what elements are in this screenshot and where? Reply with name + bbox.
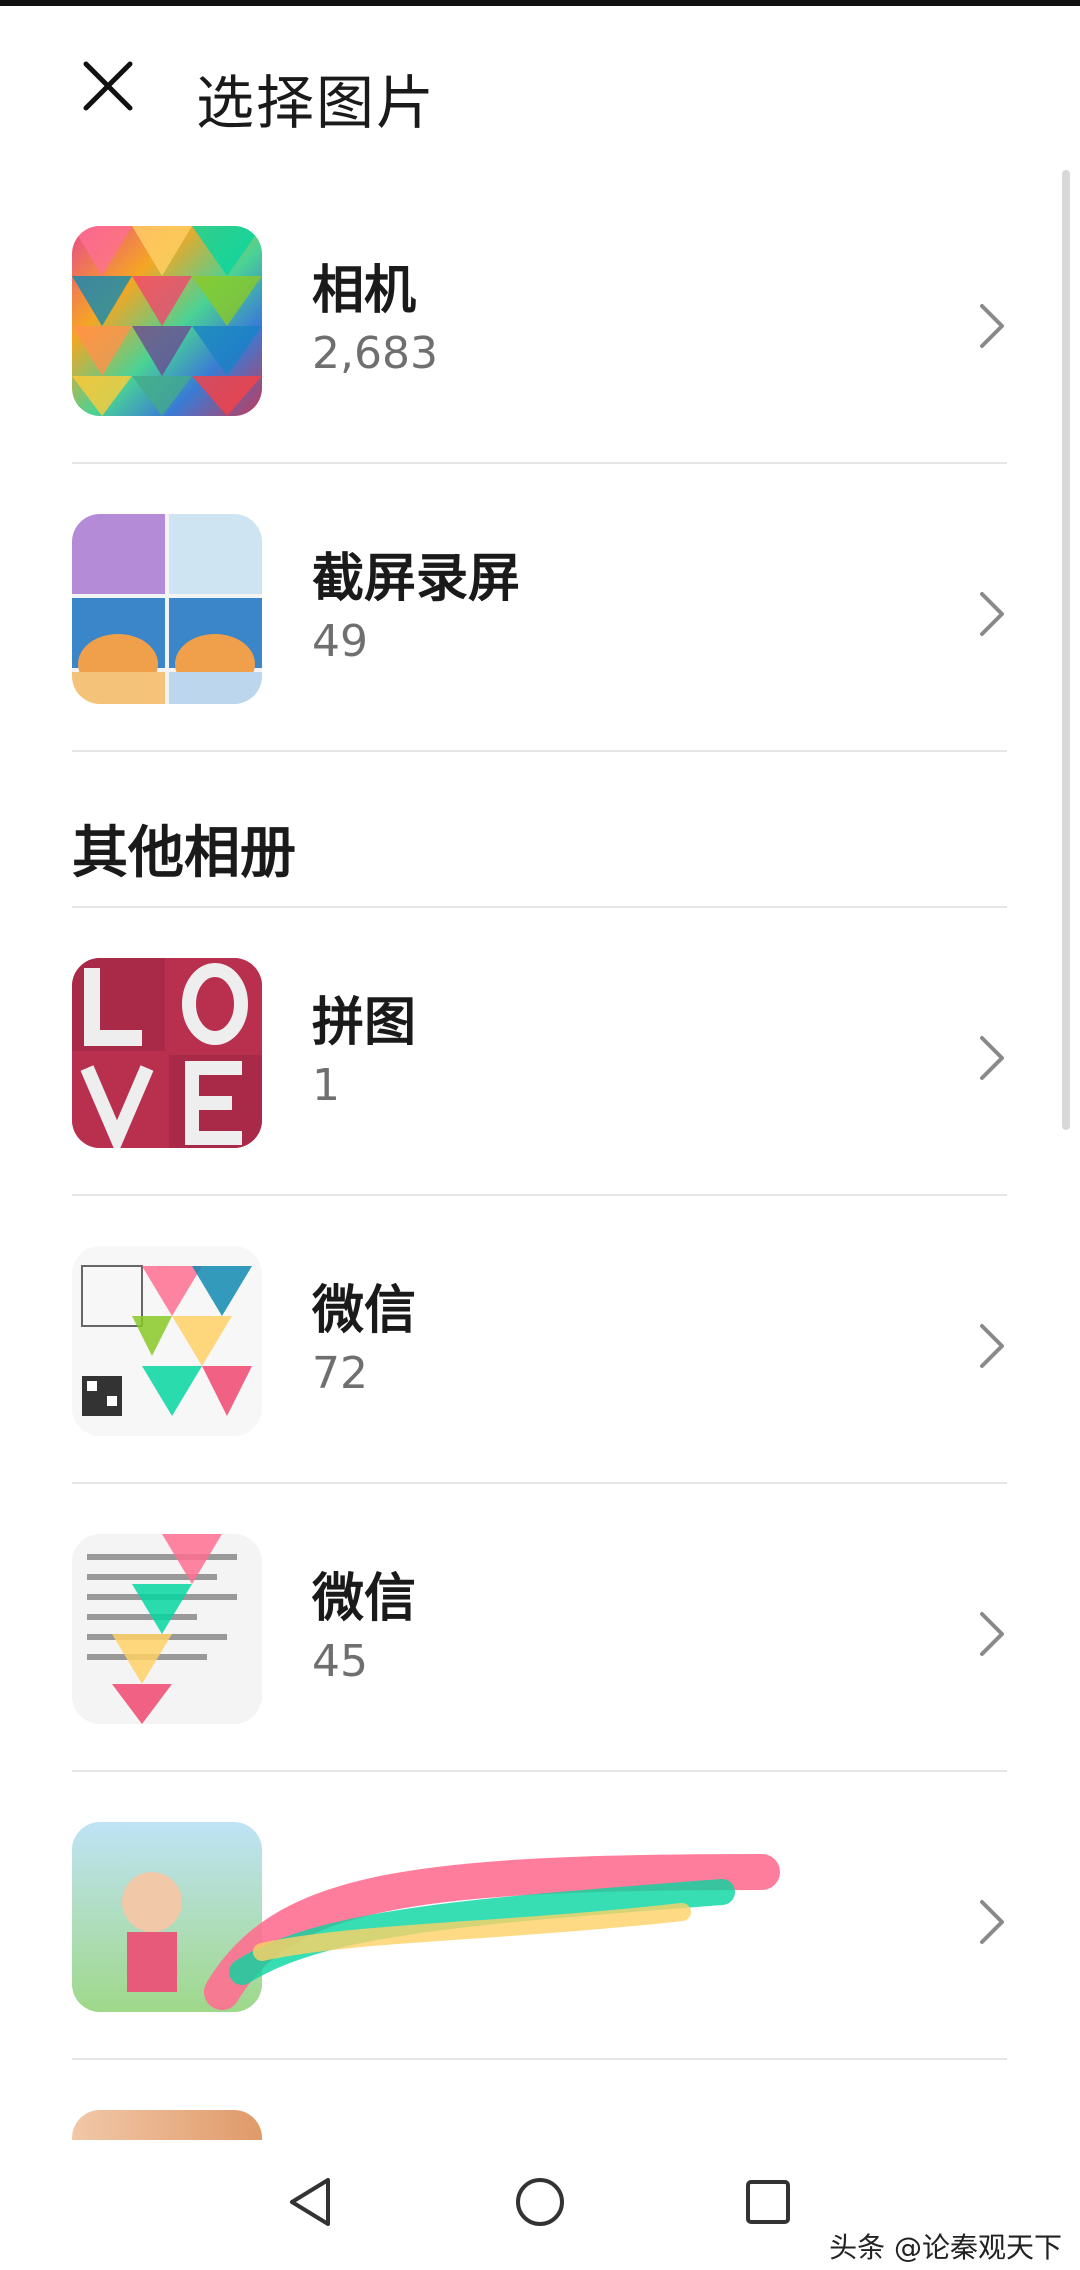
album-row-screenshots[interactable]: 截屏录屏 49	[72, 464, 1007, 752]
chevron-right-icon	[980, 1036, 1004, 1080]
nav-back-button[interactable]	[260, 2162, 360, 2242]
album-thumbnail-image	[87, 1534, 237, 1724]
recents-square-icon	[746, 2180, 790, 2224]
album-thumbnail	[72, 1534, 262, 1724]
home-circle-icon	[516, 2178, 564, 2226]
album-thumbnail	[72, 958, 262, 1148]
nav-home-button[interactable]	[490, 2162, 590, 2242]
album-thumbnail-image	[72, 958, 262, 1148]
album-thumbnail	[72, 1246, 262, 1436]
album-count: 72	[312, 1348, 368, 1399]
album-name: 相机	[312, 261, 417, 321]
album-thumbnail-image	[81, 1265, 252, 1416]
nav-recents-button[interactable]	[718, 2162, 818, 2242]
close-button[interactable]	[58, 36, 158, 136]
page-title: 选择图片	[196, 69, 437, 137]
album-count: 2,683	[312, 328, 438, 379]
album-thumbnail-image	[72, 226, 262, 416]
album-thumbnail-partial	[72, 2110, 262, 2140]
album-row-puzzle[interactable]: 拼图 1	[72, 908, 1007, 1196]
chevron-right-icon	[980, 592, 1004, 636]
chevron-right-icon	[980, 1324, 1004, 1368]
section-title: 其他相册	[72, 821, 296, 886]
album-row-wechat-1[interactable]: 微信 72	[72, 1196, 1007, 1484]
album-thumbnail-image	[72, 514, 262, 704]
album-row-wechat-2[interactable]: 微信 45	[72, 1484, 1007, 1772]
album-name: 微信	[312, 1281, 417, 1341]
header: 选择图片	[0, 6, 1080, 176]
album-thumbnail	[72, 226, 262, 416]
album-thumbnail	[72, 514, 262, 704]
album-name: 截屏录屏	[312, 549, 521, 609]
chevron-right-icon	[980, 304, 1004, 348]
chevron-right-icon	[980, 1612, 1004, 1656]
album-count: 49	[312, 616, 368, 667]
back-triangle-icon	[290, 2178, 330, 2226]
album-name: 微信	[312, 1569, 417, 1629]
album-row-camera[interactable]: 相机 2,683	[72, 176, 1007, 464]
row-divider	[72, 750, 1007, 752]
album-name: 拼图	[312, 993, 417, 1053]
row-divider	[72, 2058, 1007, 2060]
scrollbar[interactable]	[1062, 170, 1070, 1130]
album-count: 45	[312, 1636, 368, 1687]
close-icon	[83, 61, 133, 111]
album-row-obscured[interactable]	[72, 1772, 1007, 2060]
watermark-text: 头条 @论秦观天下	[829, 2231, 1062, 2264]
album-count: 1	[312, 1060, 340, 1111]
chevron-right-icon	[980, 1900, 1004, 1944]
scribble-overlay	[204, 1854, 780, 2010]
